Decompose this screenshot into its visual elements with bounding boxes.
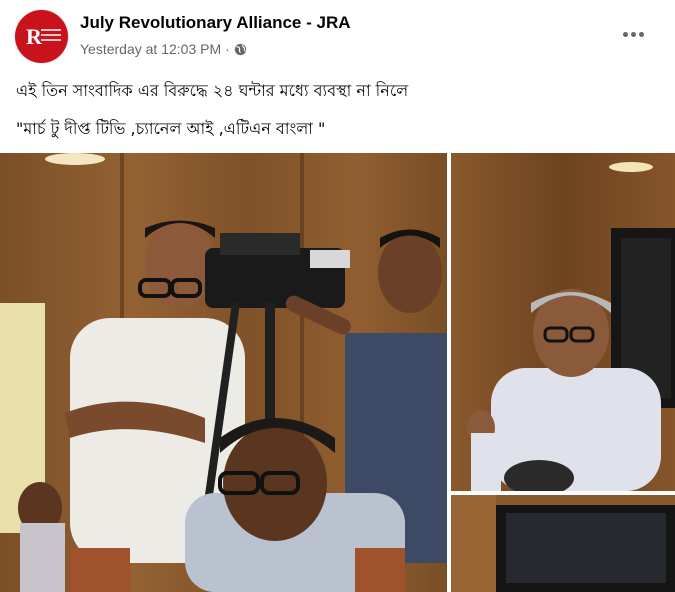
post-timestamp[interactable]: Yesterday at 12:03 PM <box>80 41 221 57</box>
more-options-icon <box>622 31 628 37</box>
page-name-link[interactable]: July Revolutionary Alliance - JRA <box>80 13 351 33</box>
photo-journalists-camera[interactable] <box>0 153 447 592</box>
photo-man-speaking[interactable] <box>451 153 675 491</box>
globe-icon <box>234 43 246 55</box>
post-text-line-2: "মার্চ টু দীপ্ত টিভি ,চ্যানেল আই ,এটিএন … <box>16 119 326 138</box>
page-avatar[interactable]: R <box>15 10 68 63</box>
post-text-line-1: এই তিন সাংবাদিক এর বিরুদ্ধে ২৪ ঘন্টার মধ… <box>16 81 409 100</box>
more-options-button[interactable] <box>615 20 651 48</box>
post-meta: Yesterday at 12:03 PM · <box>80 41 247 57</box>
avatar-logo-lines <box>41 29 61 44</box>
photo-grid <box>0 153 675 592</box>
meta-separator: · <box>225 41 230 57</box>
post-text: এই তিন সাংবাদিক এর বিরুদ্ধে ২৪ ঘন্টার মধ… <box>16 72 656 148</box>
avatar-logo-letter: R <box>26 24 42 49</box>
photo-room-screen[interactable] <box>451 495 675 592</box>
post-header: R July Revolutionary Alliance - JRA Yest… <box>0 0 675 66</box>
